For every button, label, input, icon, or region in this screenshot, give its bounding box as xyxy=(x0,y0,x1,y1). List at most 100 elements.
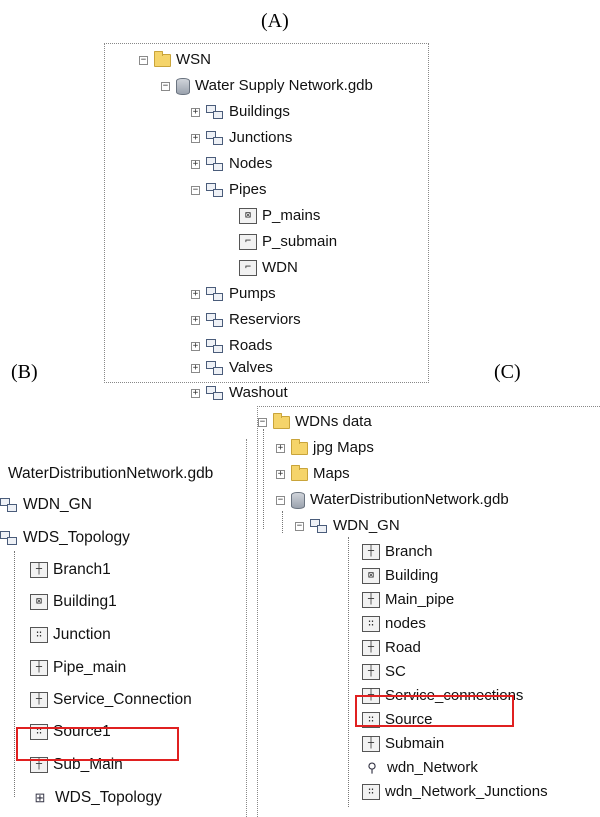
node-label: WaterDistributionNetwork.gdb xyxy=(8,465,214,482)
expand-toggle[interactable]: + xyxy=(191,159,200,169)
line-feature-class-icon: ┼ xyxy=(30,692,48,708)
tree-node-pumps[interactable]: + Pumps xyxy=(191,285,276,303)
expand-toggle[interactable]: + xyxy=(191,107,200,117)
collapse-toggle[interactable]: − xyxy=(161,81,170,91)
tree-node-wdn[interactable]: ⌐ WDN xyxy=(239,259,298,277)
line-feature-class-icon: ┼ xyxy=(362,544,380,560)
expand-toggle[interactable]: + xyxy=(191,341,200,351)
node-label: WDS_Topology xyxy=(23,529,130,546)
folder-icon xyxy=(291,438,308,455)
highlight-box xyxy=(355,695,514,727)
node-label: Valves xyxy=(229,359,273,376)
tree-node-junctions[interactable]: + Junctions xyxy=(191,129,292,147)
feature-dataset-icon xyxy=(206,360,224,376)
expand-toggle[interactable]: + xyxy=(191,133,200,143)
tree-node-p-mains[interactable]: ⊠ P_mains xyxy=(239,207,320,225)
tree-node-wds-topology-dataset[interactable]: WDS_Topology xyxy=(0,529,130,547)
tree-node-valves[interactable]: + Valves xyxy=(191,359,273,377)
feature-dataset-icon xyxy=(206,312,224,328)
node-label: Buildings xyxy=(229,103,290,120)
tree-node-jpg-maps[interactable]: + jpg Maps xyxy=(276,438,374,457)
tree-node-building1[interactable]: ⊠ Building1 xyxy=(30,593,117,611)
tree-node-wds-topology[interactable]: ⊞ WDS_Topology xyxy=(30,789,162,807)
line-feature-class-icon: ⌐ xyxy=(239,234,257,250)
tree-node-nodes[interactable]: ∷ nodes xyxy=(362,615,426,633)
node-label: Building xyxy=(385,567,439,584)
tree-connector xyxy=(282,511,283,533)
polygon-feature-class-icon: ⊠ xyxy=(239,208,257,224)
tree-node-junction[interactable]: ∷ Junction xyxy=(30,626,111,644)
node-label: Nodes xyxy=(229,155,273,172)
tree-node-gdb[interactable]: − WaterDistributionNetwork.gdb xyxy=(276,491,509,509)
line-feature-class-icon: ┼ xyxy=(30,562,48,578)
tree-node-roads[interactable]: + Roads xyxy=(191,337,272,355)
tree-node-nodes[interactable]: + Nodes xyxy=(191,155,272,173)
feature-dataset-icon xyxy=(310,518,328,534)
tree-node-wdns-data[interactable]: − WDNs data xyxy=(258,412,372,431)
line-feature-class-icon: ⌐ xyxy=(239,260,257,276)
node-label: WDNs data xyxy=(295,413,372,430)
polygon-feature-class-icon: ⊠ xyxy=(30,594,48,610)
catalog-tree-a: − WSN − Water Supply Network.gdb + Build… xyxy=(104,43,429,401)
node-label: Roads xyxy=(229,337,273,354)
label-b: (B) xyxy=(11,361,38,383)
tree-node-wdn-gn[interactable]: WDN_GN xyxy=(0,496,92,514)
point-feature-class-icon: ∷ xyxy=(30,627,48,643)
tree-node-road[interactable]: ┼ Road xyxy=(362,639,421,657)
expand-toggle[interactable]: + xyxy=(276,443,285,453)
node-label: Building1 xyxy=(53,593,117,610)
tree-node-buildings[interactable]: + Buildings xyxy=(191,103,290,121)
collapse-toggle[interactable]: − xyxy=(258,417,267,427)
tree-node-pipes[interactable]: − Pipes xyxy=(191,181,267,199)
tree-node-pipe-main[interactable]: ┼ Pipe_main xyxy=(30,659,126,677)
point-feature-class-icon: ∷ xyxy=(362,616,380,632)
tree-node-wsn[interactable]: − WSN xyxy=(139,50,211,69)
node-label: Reserviors xyxy=(229,311,301,328)
tree-node-washout[interactable]: + Washout xyxy=(191,384,288,402)
node-label: P_submain xyxy=(262,233,338,250)
expand-toggle[interactable]: + xyxy=(191,315,200,325)
node-label: wdn_Network_Junctions xyxy=(385,783,548,800)
collapse-toggle[interactable]: − xyxy=(139,55,148,65)
tree-node-wdn-gn[interactable]: − WDN_GN xyxy=(295,517,400,535)
node-label: Submain xyxy=(385,735,445,752)
topology-icon: ⊞ xyxy=(34,790,46,805)
feature-dataset-icon xyxy=(0,530,18,546)
node-label: P_mains xyxy=(262,207,321,224)
tree-node-maps[interactable]: + Maps xyxy=(276,464,350,483)
expand-toggle[interactable]: + xyxy=(191,363,200,373)
node-label: Main_pipe xyxy=(385,591,455,608)
tree-node-wdn-network[interactable]: ⚲ wdn_Network xyxy=(362,759,478,777)
tree-node-wdn-network-junctions[interactable]: ∷ wdn_Network_Junctions xyxy=(362,783,548,801)
line-feature-class-icon: ┼ xyxy=(362,664,380,680)
tree-node-branch[interactable]: ┼ Branch xyxy=(362,543,433,561)
tree-node-gdb[interactable]: − Water Supply Network.gdb xyxy=(161,77,373,95)
tree-connector xyxy=(348,537,349,807)
tree-node-submain[interactable]: ┼ Submain xyxy=(362,735,444,753)
node-label: Pipe_main xyxy=(53,659,127,676)
expand-toggle[interactable]: + xyxy=(276,469,285,479)
expand-toggle[interactable]: + xyxy=(191,388,200,398)
expand-toggle[interactable]: + xyxy=(191,289,200,299)
feature-dataset-icon xyxy=(206,286,224,302)
node-label: Junctions xyxy=(229,129,293,146)
feature-dataset-icon xyxy=(0,497,18,513)
tree-node-p-submain[interactable]: ⌐ P_submain xyxy=(239,233,337,251)
node-label: Branch xyxy=(385,543,433,560)
line-feature-class-icon: ┼ xyxy=(362,736,380,752)
tree-node-main-pipe[interactable]: ┼ Main_pipe xyxy=(362,591,454,609)
tree-node-building[interactable]: ⊠ Building xyxy=(362,567,438,585)
geodatabase-icon xyxy=(291,491,305,509)
tree-node-gdb[interactable]: WaterDistributionNetwork.gdb xyxy=(8,465,213,483)
collapse-toggle[interactable]: − xyxy=(191,185,200,195)
collapse-toggle[interactable]: − xyxy=(276,495,285,505)
tree-node-sc[interactable]: ┼ SC xyxy=(362,663,406,681)
node-label: SC xyxy=(385,663,406,680)
folder-icon xyxy=(273,412,290,429)
tree-node-reserviors[interactable]: + Reserviors xyxy=(191,311,301,329)
tree-node-service-connection[interactable]: ┼ Service_Connection xyxy=(30,691,192,709)
catalog-tree-b: WaterDistributionNetwork.gdb WDN_GN WDS_… xyxy=(0,439,247,817)
collapse-toggle[interactable]: − xyxy=(295,521,304,531)
tree-node-branch1[interactable]: ┼ Branch1 xyxy=(30,561,111,579)
node-label: WSN xyxy=(176,51,211,68)
